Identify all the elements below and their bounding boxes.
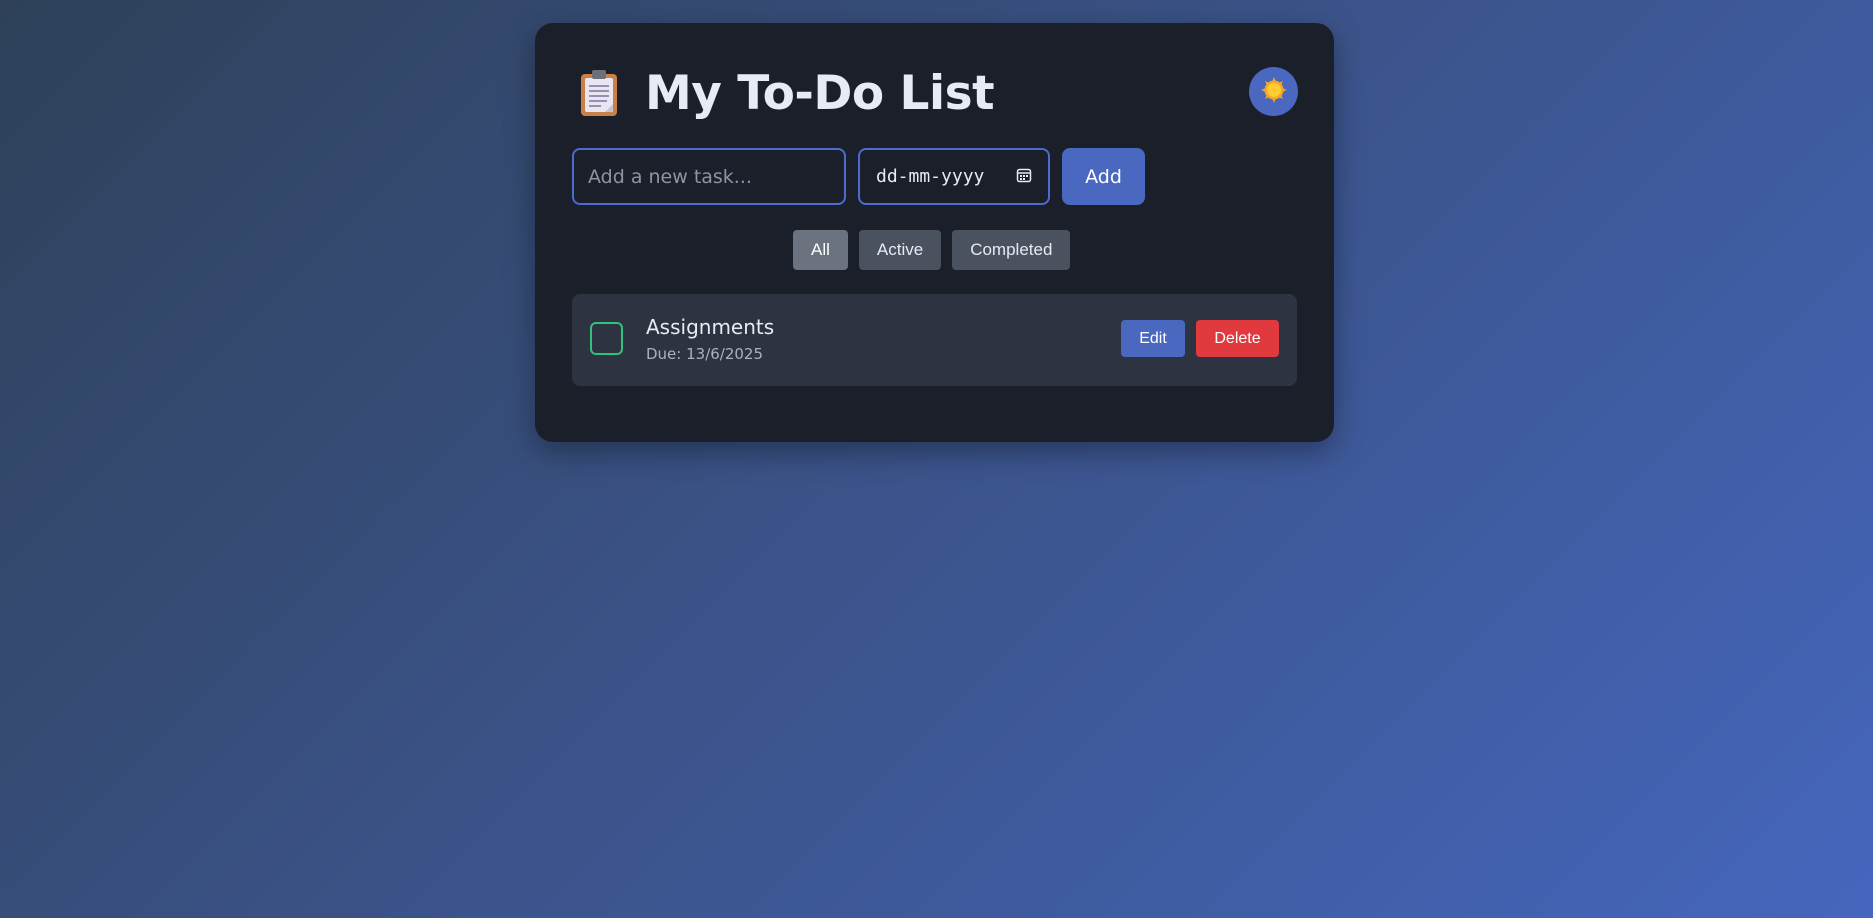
task-input[interactable]: [572, 148, 846, 205]
filter-bar: All Active Completed: [793, 230, 1071, 270]
task-name: Assignments: [646, 315, 775, 339]
date-placeholder: dd-mm-yyyy: [876, 166, 985, 187]
task-item: Assignments Due: 13/6/2025 Edit Delete: [572, 294, 1297, 386]
sun-icon: [1260, 76, 1287, 107]
todo-card: My To-Do List dd-mm-: [535, 23, 1334, 442]
page-title: My To-Do List: [645, 65, 995, 121]
clipboard-icon: [579, 68, 619, 118]
edit-task-button[interactable]: Edit: [1121, 320, 1185, 357]
new-task-row: dd-mm-yyyy Add: [572, 148, 1145, 205]
filter-active-button[interactable]: Active: [858, 230, 942, 270]
calendar-icon[interactable]: [1016, 167, 1032, 187]
due-date-input[interactable]: dd-mm-yyyy: [858, 148, 1050, 205]
delete-task-button[interactable]: Delete: [1196, 320, 1279, 357]
filter-completed-button[interactable]: Completed: [952, 230, 1071, 270]
task-text: Assignments Due: 13/6/2025: [646, 315, 774, 363]
task-due-date: Due: 13/6/2025: [646, 345, 764, 363]
add-task-button[interactable]: Add: [1062, 148, 1145, 205]
filter-all-button[interactable]: All: [793, 230, 848, 270]
theme-toggle-button[interactable]: [1249, 67, 1298, 116]
header: My To-Do List: [579, 65, 995, 121]
task-checkbox[interactable]: [590, 322, 623, 355]
